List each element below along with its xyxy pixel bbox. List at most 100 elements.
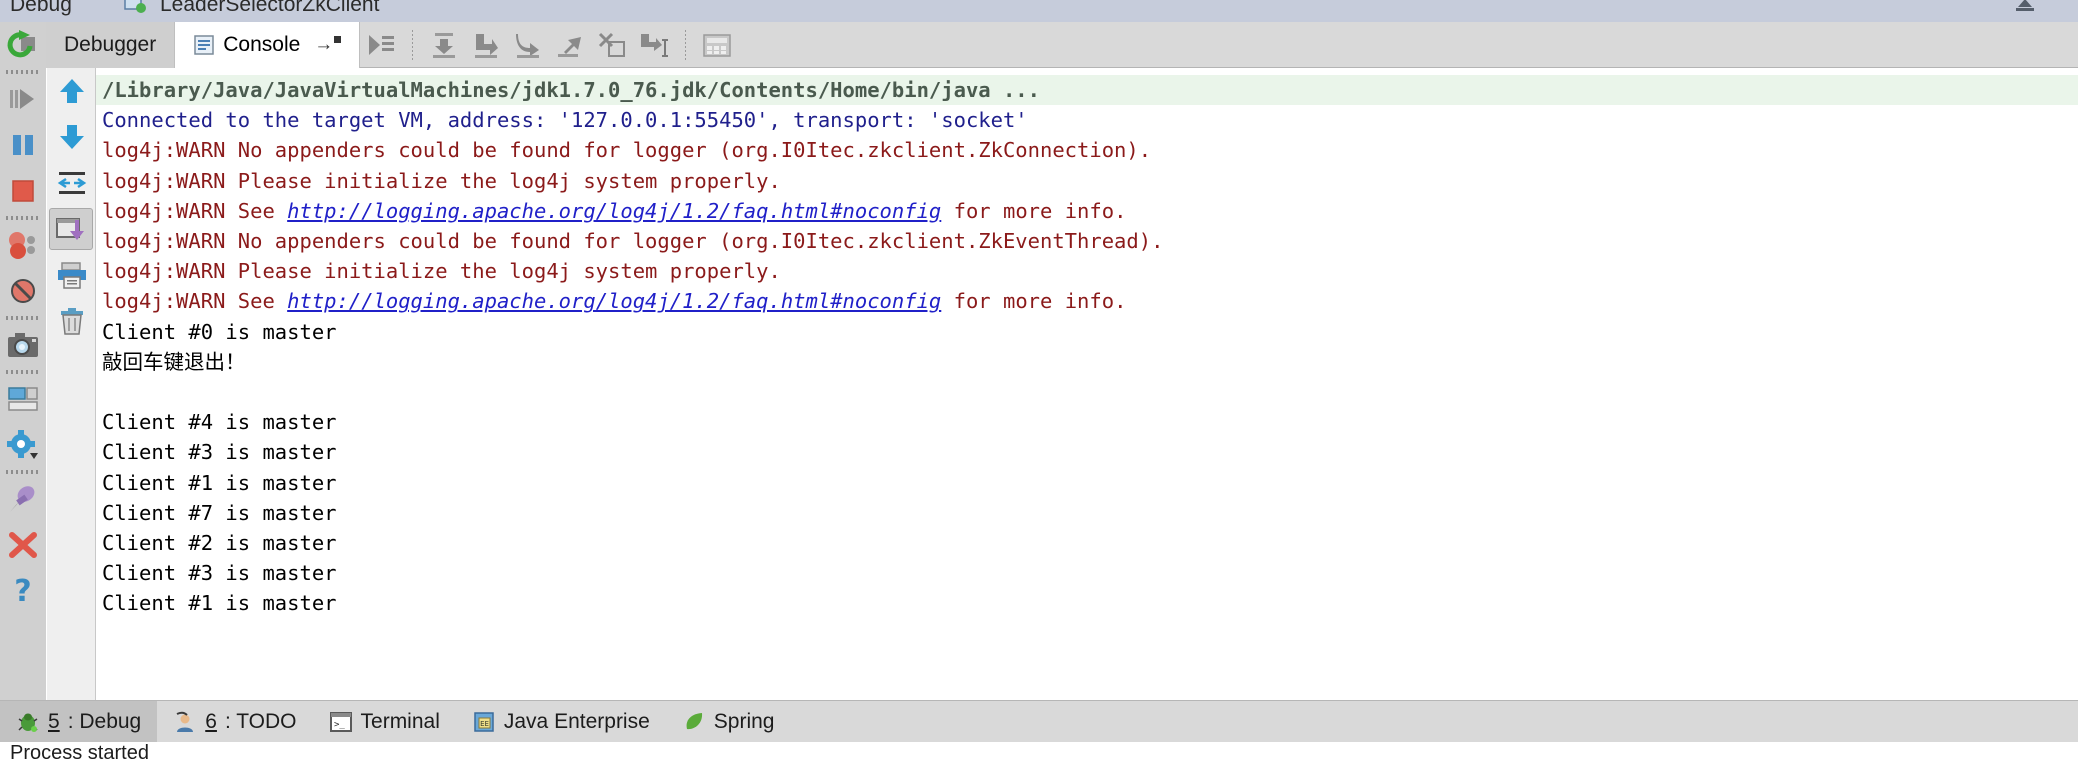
spring-leaf-icon <box>682 710 706 734</box>
log4j-faq-link[interactable]: http://logging.apache.org/log4j/1.2/faq.… <box>287 289 941 313</box>
svg-text:EE: EE <box>480 720 489 728</box>
trash-icon <box>60 308 83 335</box>
drop-frame-button[interactable] <box>591 25 633 65</box>
warning-prefix: log4j:WARN See <box>102 289 288 314</box>
tool-window-tab-debug[interactable]: 5 : Debug <box>0 701 158 742</box>
layout-icon <box>8 387 38 411</box>
clear-all-button[interactable] <box>47 298 96 344</box>
status-message: Process started <box>10 742 149 764</box>
console-line-warning: log4j:WARN Please initialize the log4j s… <box>102 259 781 284</box>
show-execution-point-icon <box>369 35 394 55</box>
camera-icon <box>8 333 38 357</box>
tool-window-tab-terminal-label: Terminal <box>360 709 440 733</box>
soft-wrap-button[interactable] <box>47 160 96 206</box>
pin-icon <box>10 486 35 512</box>
rail-divider-2 <box>6 216 40 220</box>
console-line-warning: log4j:WARN No appenders could be found f… <box>102 138 1152 163</box>
get-thread-dump-button[interactable] <box>0 322 46 368</box>
print-button[interactable] <box>47 252 96 298</box>
tool-window-tab-debug-num: 5 <box>48 709 60 733</box>
tool-window-tab-todo-label: : TODO <box>224 709 297 733</box>
console-line-stdout: Client #3 is master <box>102 440 337 465</box>
tool-window-tab-debug-label: : Debug <box>67 709 142 733</box>
scroll-up-button[interactable] <box>47 68 96 114</box>
scroll-down-button[interactable] <box>47 114 96 160</box>
help-button[interactable]: ? <box>0 568 46 614</box>
force-step-into-icon <box>516 34 539 58</box>
step-over-icon <box>433 33 455 58</box>
java-enterprise-icon: EE <box>472 710 496 734</box>
run-to-cursor-button[interactable] <box>633 25 675 65</box>
show-execution-point-button[interactable] <box>360 25 402 65</box>
rail-divider-3 <box>6 316 40 320</box>
step-out-icon <box>558 37 581 57</box>
tool-window-tab-todo[interactable]: 6: TODO <box>157 701 312 742</box>
maximize-icon[interactable] <box>2010 0 2040 19</box>
tab-debugger[interactable]: Debugger <box>46 22 176 68</box>
step-into-icon <box>475 34 498 58</box>
force-step-into-button[interactable] <box>507 25 549 65</box>
resume-program-button[interactable] <box>0 76 46 122</box>
debug-tool-window: Debug LeaderSelectorZkClient Debugger Co… <box>0 0 2078 766</box>
print-icon <box>57 262 86 289</box>
arrow-down-icon <box>59 125 84 149</box>
step-into-button[interactable] <box>465 25 507 65</box>
gear-icon <box>7 430 38 459</box>
rerun-icon <box>7 30 35 58</box>
bug-icon <box>16 710 40 734</box>
resume-icon <box>10 89 34 109</box>
mute-breakpoints-button[interactable] <box>0 268 46 314</box>
pause-icon <box>13 135 33 155</box>
stop-button[interactable] <box>0 168 46 214</box>
run-to-cursor-icon <box>641 34 668 57</box>
drop-frame-icon <box>598 32 625 57</box>
rail-divider-4 <box>6 370 40 374</box>
stop-icon <box>12 180 34 202</box>
window-title-bar: Debug LeaderSelectorZkClient <box>0 0 2078 22</box>
scroll-to-end-icon <box>56 218 84 240</box>
console-output[interactable]: /Library/Java/JavaVirtualMachines/jdk1.7… <box>96 68 2078 700</box>
evaluate-expression-button[interactable] <box>696 25 738 65</box>
warning-suffix: for more info. <box>941 289 1127 314</box>
rerun-button[interactable] <box>0 22 46 68</box>
pin-tab-button[interactable] <box>0 476 46 522</box>
console-line-system: Connected to the target VM, address: '12… <box>102 108 1028 133</box>
step-out-button[interactable] <box>549 25 591 65</box>
todo-icon <box>173 710 197 734</box>
help-question-icon: ? <box>14 575 31 607</box>
step-over-button[interactable] <box>423 25 465 65</box>
view-breakpoints-button[interactable] <box>0 222 46 268</box>
window-title-config: LeaderSelectorZkClient <box>160 0 380 16</box>
rail-divider-5 <box>6 470 40 474</box>
console-line-stdout: Client #3 is master <box>102 561 337 586</box>
close-button[interactable] <box>0 522 46 568</box>
svg-text:>_: >_ <box>334 720 345 730</box>
console-line-stdout: 敲回车键退出！ <box>102 349 246 374</box>
tool-window-tab-spring-label: Spring <box>713 709 775 733</box>
tab-overflow-arrow-icon[interactable]: → <box>314 34 342 56</box>
pause-program-button[interactable] <box>0 122 46 168</box>
rail-divider <box>6 70 40 74</box>
tab-debugger-label: Debugger <box>64 33 157 56</box>
tab-console-label: Console <box>223 33 301 56</box>
scroll-to-end-button[interactable] <box>49 208 93 250</box>
console-line-warning-link: log4j:WARN See http://logging.apache.org… <box>96 286 2078 316</box>
tab-console[interactable]: Console → <box>175 22 361 68</box>
svg-text:?: ? <box>14 575 31 607</box>
tool-window-tab-java-enterprise[interactable]: EE Java Enterprise <box>456 701 666 742</box>
arrow-up-icon <box>59 79 84 103</box>
console-line-stdout: Client #4 is master <box>102 410 337 435</box>
debug-left-rail: ? <box>0 22 46 722</box>
console-left-rail <box>47 68 96 722</box>
close-x-icon <box>9 532 37 558</box>
soft-wrap-icon <box>57 172 86 194</box>
debugger-action-buttons <box>360 22 738 68</box>
settings-button[interactable] <box>0 422 46 468</box>
console-line-warning: log4j:WARN No appenders could be found f… <box>102 229 1164 254</box>
restore-layout-button[interactable] <box>0 376 46 422</box>
tool-window-tab-spring[interactable]: Spring <box>666 701 791 742</box>
tool-window-tab-terminal[interactable]: >_ Terminal <box>313 701 456 742</box>
log4j-faq-link[interactable]: http://logging.apache.org/log4j/1.2/faq.… <box>287 199 941 223</box>
console-icon <box>193 34 215 56</box>
console-line-stdout: Client #2 is master <box>102 531 337 556</box>
